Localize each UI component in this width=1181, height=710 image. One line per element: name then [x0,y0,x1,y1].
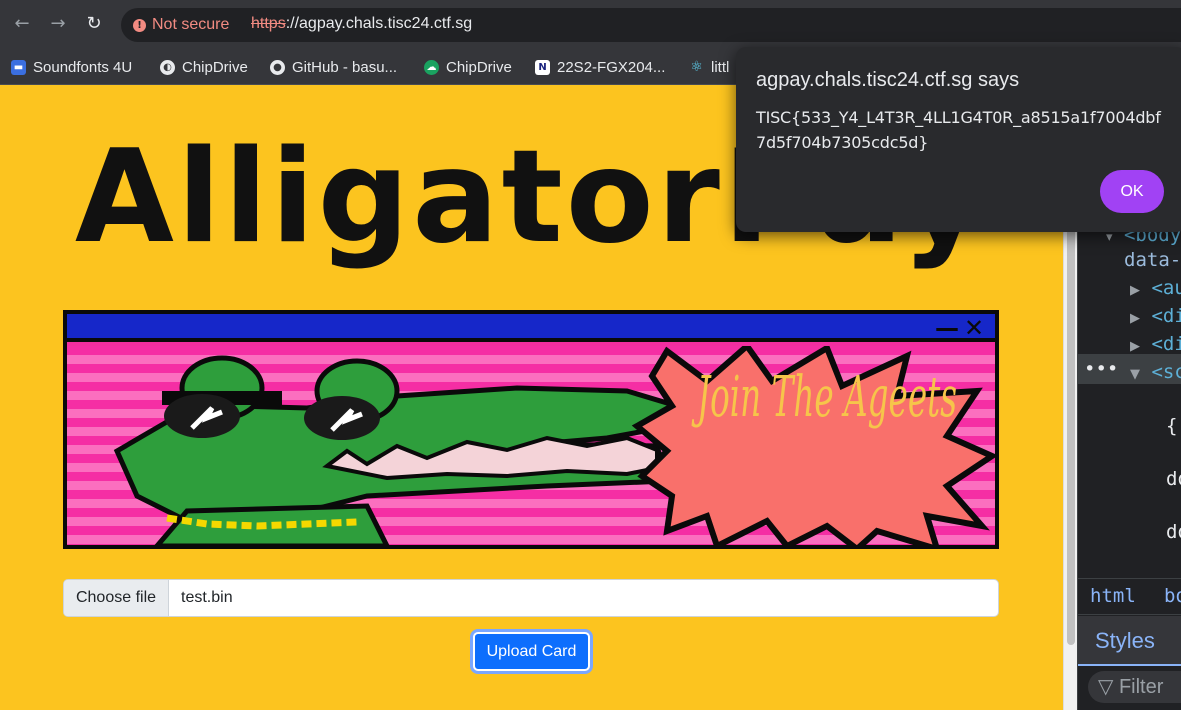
speech-burst-icon: Join The Ageets [631,346,995,545]
expand-arrow-icon: ▼ [1130,367,1140,382]
github-icon: ● [270,59,285,75]
alligator-illustration: Join The Ageets [113,346,995,545]
file-name: test.bin [181,589,233,606]
url-text[interactable]: https://agpay.chals.tisc24.ctf.sg [251,15,472,33]
dt-code: { [1166,415,1178,437]
back-button[interactable]: ← [11,13,33,35]
forward-button[interactable]: → [47,13,69,35]
bookmark-item[interactable]: N 22S2-FGX204... [535,55,665,79]
url-host: ://agpay.chals.tisc24.ctf.sg [285,15,473,32]
reload-button[interactable]: ↻ [83,13,105,35]
collapse-arrow-icon: ▶ [1130,339,1140,354]
dt-node[interactable]: ▼ <sc [1130,361,1181,383]
dialog-title: agpay.chals.tisc24.ctf.sg says [756,69,1020,91]
bookmark-item[interactable]: ▬ Soundfonts 4U [11,55,132,79]
bookmark-label: ChipDrive [446,58,512,76]
dt-crumb[interactable]: html [1090,585,1136,607]
ny-icon: N [535,59,550,75]
choose-file-button[interactable]: Choose file [64,580,169,616]
dt-code: do [1166,468,1181,490]
tab-styles[interactable]: Styles [1078,616,1181,666]
react-icon: ⚛ [690,58,703,75]
cloud-icon: ☁ [424,59,439,75]
bookmark-label: Soundfonts 4U [33,58,133,76]
dt-crumb[interactable]: bo [1164,585,1181,607]
dt-tabs: Styles [1078,616,1181,666]
promo-banner: — ✕ Join The Ageets [63,310,999,549]
filter-icon: ▽ [1098,676,1114,698]
browser-toolbar: ← → ↻ ! Not secure https://agpay.chals.t… [0,0,1181,50]
address-bar[interactable]: ! Not secure https://agpay.chals.tisc24.… [121,8,1181,42]
bookmark-label: GitHub - basu... [292,58,398,76]
alert-dialog: agpay.chals.tisc24.ctf.sg says TISC{533_… [736,47,1181,232]
dt-node[interactable]: ▶ <di [1130,333,1181,355]
banner-text: Join The Ageets [691,365,957,430]
security-chip[interactable]: ! Not secure [127,12,239,38]
dt-node[interactable]: ▶ <au [1130,277,1181,299]
globe-icon: ◐ [160,59,175,75]
banner-titlebar: — ✕ [67,314,995,342]
bookmark-item[interactable]: ⚛ littl [689,55,729,79]
collapse-arrow-icon: ▶ [1130,283,1140,298]
minimize-icon: — [935,314,959,342]
ok-button[interactable]: OK [1100,170,1164,213]
dialog-message: TISC{533_Y4_L4T3R_4LL1G4T0R_a8515a1f7004… [756,108,1161,152]
dt-code: do [1166,521,1181,543]
file-input[interactable]: Choose file test.bin [63,579,999,617]
expand-arrow-icon: ▾ [1106,230,1113,245]
bookmark-item[interactable]: ◐ ChipDrive [160,55,248,79]
dt-node[interactable]: data- [1124,249,1181,271]
collapse-arrow-icon: ▶ [1130,311,1140,326]
bookmark-item[interactable]: ● GitHub - basu... [270,55,397,79]
dt-breadcrumbs: html bo [1078,578,1181,615]
dt-node[interactable]: ▶ <di [1130,305,1181,327]
dt-filter-input[interactable]: ▽ Filter [1088,671,1181,703]
more-icon[interactable]: ••• [1084,358,1118,380]
close-icon: ✕ [964,314,985,342]
bookmark-label: 22S2-FGX204... [557,58,666,76]
warning-icon: ! [133,18,146,32]
soundfonts-icon: ▬ [11,59,26,75]
bookmark-label: littl [711,58,730,76]
alligator-icon [113,355,707,545]
url-scheme: https [251,15,286,32]
upload-card-button[interactable]: Upload Card [473,632,590,671]
bookmark-label: ChipDrive [182,58,248,76]
bookmark-item[interactable]: ☁ ChipDrive [424,55,512,79]
security-label: Not secure [152,16,230,33]
